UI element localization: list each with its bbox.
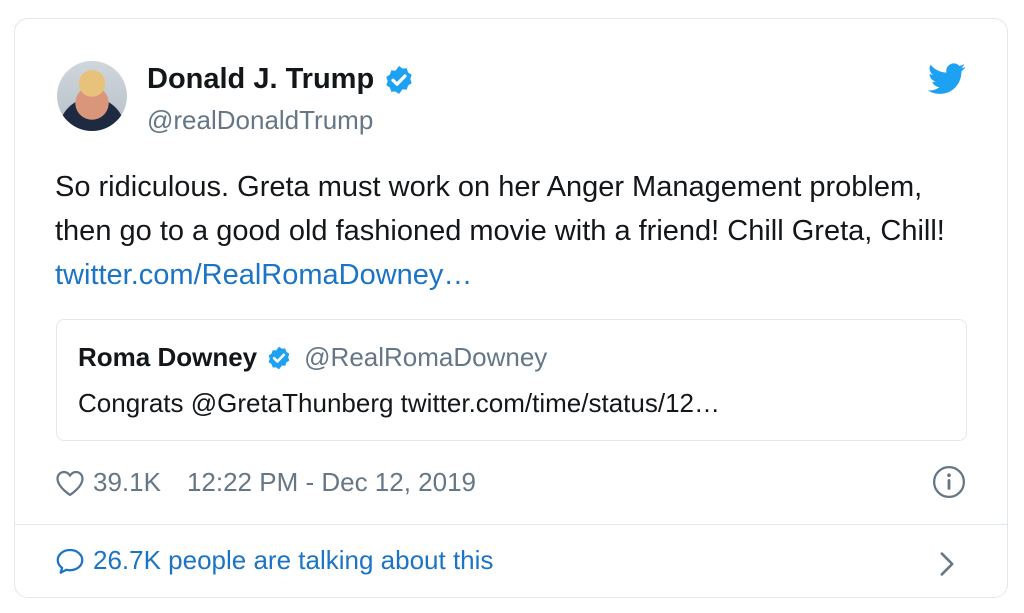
twitter-bird-icon[interactable] [928, 63, 966, 95]
quoted-author-name: Roma Downey [78, 342, 258, 372]
verified-badge-icon [386, 65, 412, 94]
avatar[interactable] [57, 61, 127, 131]
author-handle[interactable]: @realDonaldTrump [147, 105, 373, 136]
tweet-text: So ridiculous. Greta must work on her An… [55, 165, 955, 297]
like-count[interactable]: 39.1K [93, 467, 161, 498]
tweet-body: So ridiculous. Greta must work on her An… [55, 171, 945, 247]
author-name[interactable]: Donald J. Trump [147, 63, 374, 96]
quoted-tweet-text: Congrats @GretaThunberg twitter.com/time… [78, 388, 720, 418]
tweet-card: Donald J. Trump @realDonaldTrump So ridi… [14, 18, 1008, 598]
conversation-count-text[interactable]: 26.7K people are talking about this [93, 545, 493, 576]
conversation-link[interactable]: 26.7K people are talking about this [55, 545, 493, 576]
quoted-tweet[interactable]: Roma Downey @RealRomaDowney Congrats @Gr… [56, 319, 967, 441]
tweet-meta: 39.1K 12:22 PM - Dec 12, 2019 [55, 467, 476, 498]
heart-icon[interactable] [55, 469, 85, 497]
quoted-author-handle: @RealRomaDowney [304, 342, 548, 372]
info-icon[interactable] [932, 465, 966, 499]
divider [15, 524, 1007, 525]
chevron-right-icon[interactable] [939, 551, 955, 577]
author-name-row[interactable]: Donald J. Trump [147, 63, 415, 96]
verified-badge-icon [268, 346, 290, 369]
timestamp[interactable]: 12:22 PM - Dec 12, 2019 [187, 467, 476, 498]
quoted-tweet-header: Roma Downey @RealRomaDowney [78, 342, 547, 373]
tweet-link[interactable]: twitter.com/RealRomaDowney… [55, 259, 472, 291]
speech-bubble-icon [56, 548, 84, 574]
